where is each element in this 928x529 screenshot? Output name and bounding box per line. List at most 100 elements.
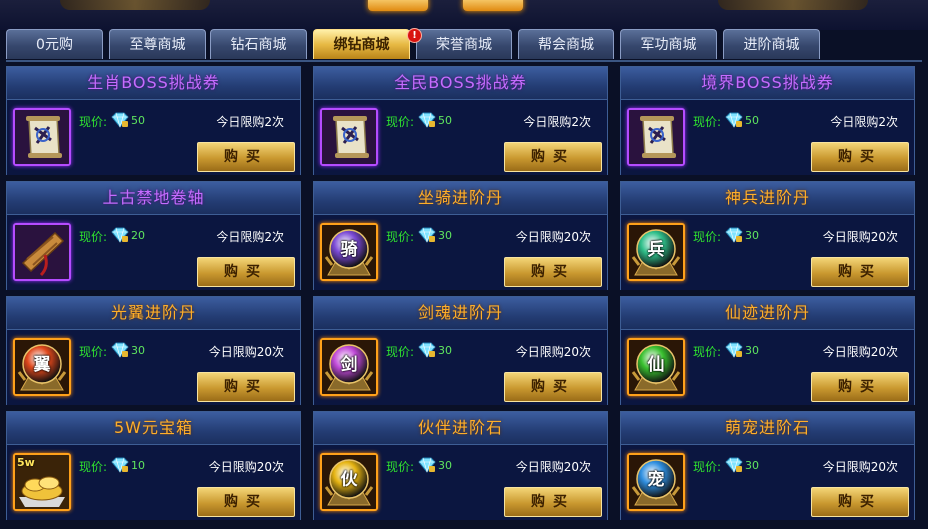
advance-pill-icon[interactable]: 剑 (320, 338, 378, 396)
item-body: 仙 现价: 30 今日限购20次 购买 (621, 330, 914, 405)
item-body: 翼 现价: 30 今日限购20次 购买 (7, 330, 300, 405)
bound-diamond-icon (111, 227, 129, 243)
bound-diamond-icon (725, 457, 743, 473)
tab-2[interactable]: 钻石商城 (210, 29, 307, 59)
item-name: 萌宠进阶石 (621, 412, 914, 445)
shop-item-card: 5W元宝箱 5w 现价: 10 今日限购20次 购买 (6, 411, 301, 520)
tab-label: 钻石商城 (230, 37, 287, 53)
price-value: 30 (745, 229, 759, 242)
pill-glyph: 翼 (33, 355, 51, 375)
buy-button[interactable]: 购买 (197, 372, 295, 402)
scroll-ticket-icon[interactable] (13, 108, 71, 166)
buy-button[interactable]: 购买 (504, 487, 602, 517)
bound-diamond-icon (111, 457, 129, 473)
gold-ingot-chest-icon[interactable]: 5w (13, 453, 71, 511)
pill-glyph: 宠 (647, 470, 665, 490)
purchase-limit: 今日限购20次 (822, 230, 898, 244)
rolled-scroll-icon[interactable] (13, 223, 71, 281)
price-value: 50 (131, 114, 145, 127)
price-label: 现价: (79, 230, 108, 244)
advance-pill-icon[interactable]: 翼 (13, 338, 71, 396)
buy-button[interactable]: 购买 (811, 372, 909, 402)
buy-button[interactable]: 购买 (811, 257, 909, 287)
scroll-ticket-icon[interactable] (320, 108, 378, 166)
item-name: 5W元宝箱 (7, 412, 300, 445)
purchase-limit: 今日限购20次 (515, 230, 591, 244)
bound-diamond-icon (111, 342, 129, 358)
pill-glyph: 仙 (647, 355, 665, 375)
bound-diamond-icon (725, 227, 743, 243)
shop-item-card: 上古禁地卷轴现价: 20 今日限购2次购买 (6, 181, 301, 290)
purchase-limit: 今日限购20次 (208, 345, 284, 359)
price-label: 现价: (693, 345, 722, 359)
tab-1[interactable]: 至尊商城 (109, 29, 206, 59)
shop-item-card: 神兵进阶丹兵 现价: 30 今日限购20次 购买 (620, 181, 915, 290)
item-name: 境界BOSS挑战券 (621, 67, 914, 100)
item-name: 生肖BOSS挑战券 (7, 67, 300, 100)
shop-item-card: 仙迹进阶丹仙 现价: 30 今日限购20次 购买 (620, 296, 915, 405)
item-body: 骑 现价: 30 今日限购20次 购买 (314, 215, 607, 290)
item-name: 上古禁地卷轴 (7, 182, 300, 215)
shop-item-card: 伙伴进阶石伙 现价: 30 今日限购20次 购买 (313, 411, 608, 520)
bound-diamond-icon (725, 112, 743, 128)
price-value: 30 (438, 344, 452, 357)
purchase-limit: 今日限购20次 (208, 460, 284, 474)
tab-alert-badge: ! (407, 28, 422, 43)
pill-glyph: 剑 (340, 355, 358, 375)
item-body: 剑 现价: 30 今日限购20次 购买 (314, 330, 607, 405)
tab-label: 帮会商城 (538, 37, 594, 53)
tab-5[interactable]: 帮会商城 (518, 29, 614, 59)
price-label: 现价: (693, 230, 722, 244)
purchase-limit: 今日限购2次 (216, 230, 284, 244)
purchase-limit: 今日限购20次 (822, 460, 898, 474)
advance-pill-icon[interactable]: 骑 (320, 223, 378, 281)
mall-tabs: 0元购 至尊商城 钻石商城 绑钻商城 荣誉商城! 帮会商城 军功商城 进阶商城 (6, 28, 922, 62)
item-name: 坐骑进阶丹 (314, 182, 607, 215)
tab-3[interactable]: 绑钻商城 (313, 29, 410, 59)
buy-button[interactable]: 购买 (197, 142, 295, 172)
tab-label: 军功商城 (640, 37, 697, 53)
price-label: 现价: (79, 460, 108, 474)
buy-button[interactable]: 购买 (197, 487, 295, 517)
bound-diamond-icon (418, 342, 436, 358)
buy-button[interactable]: 购买 (504, 372, 602, 402)
shop-item-card: 剑魂进阶丹剑 现价: 30 今日限购20次 购买 (313, 296, 608, 405)
price-value: 50 (745, 114, 759, 127)
price-label: 现价: (79, 345, 108, 359)
price-label: 现价: (386, 115, 415, 129)
bound-diamond-icon (418, 457, 436, 473)
buy-button[interactable]: 购买 (504, 257, 602, 287)
bound-diamond-icon (418, 227, 436, 243)
price-value: 50 (438, 114, 452, 127)
advance-pill-icon[interactable]: 兵 (627, 223, 685, 281)
price-value: 30 (745, 459, 759, 472)
banner-ornament-left (60, 0, 210, 10)
price-label: 现价: (386, 230, 415, 244)
advance-pill-icon[interactable]: 宠 (627, 453, 685, 511)
bound-diamond-icon (725, 342, 743, 358)
shop-item-card: 全民BOSS挑战券 现价: 50 今日限购2次 购买 (313, 66, 608, 175)
top-banner (0, 0, 928, 30)
tab-4[interactable]: 荣誉商城! (407, 28, 512, 59)
item-name: 伙伴进阶石 (314, 412, 607, 445)
shop-item-card: 生肖BOSS挑战券 现价: 50 今日限购2次 购买 (6, 66, 301, 175)
item-body: 伙 现价: 30 今日限购20次 购买 (314, 445, 607, 520)
tab-0[interactable]: 0元购 (6, 29, 103, 59)
price-value: 20 (131, 229, 145, 242)
shop-item-card: 萌宠进阶石宠 现价: 30 今日限购20次 购买 (620, 411, 915, 520)
price-value: 30 (745, 344, 759, 357)
scroll-ticket-icon[interactable] (627, 108, 685, 166)
buy-button[interactable]: 购买 (811, 487, 909, 517)
tab-label: 荣誉商城 (436, 37, 492, 53)
purchase-limit: 今日限购2次 (830, 115, 898, 129)
advance-pill-icon[interactable]: 伙 (320, 453, 378, 511)
buy-button[interactable]: 购买 (811, 142, 909, 172)
pill-glyph: 兵 (647, 240, 665, 260)
tab-7[interactable]: 进阶商城 (723, 29, 820, 59)
advance-pill-icon[interactable]: 仙 (627, 338, 685, 396)
tab-6[interactable]: 军功商城 (620, 29, 717, 59)
buy-button[interactable]: 购买 (504, 142, 602, 172)
tab-label: 绑钻商城 (333, 37, 390, 53)
buy-button[interactable]: 购买 (197, 257, 295, 287)
item-body: 现价: 50 今日限购2次 购买 (7, 100, 300, 175)
